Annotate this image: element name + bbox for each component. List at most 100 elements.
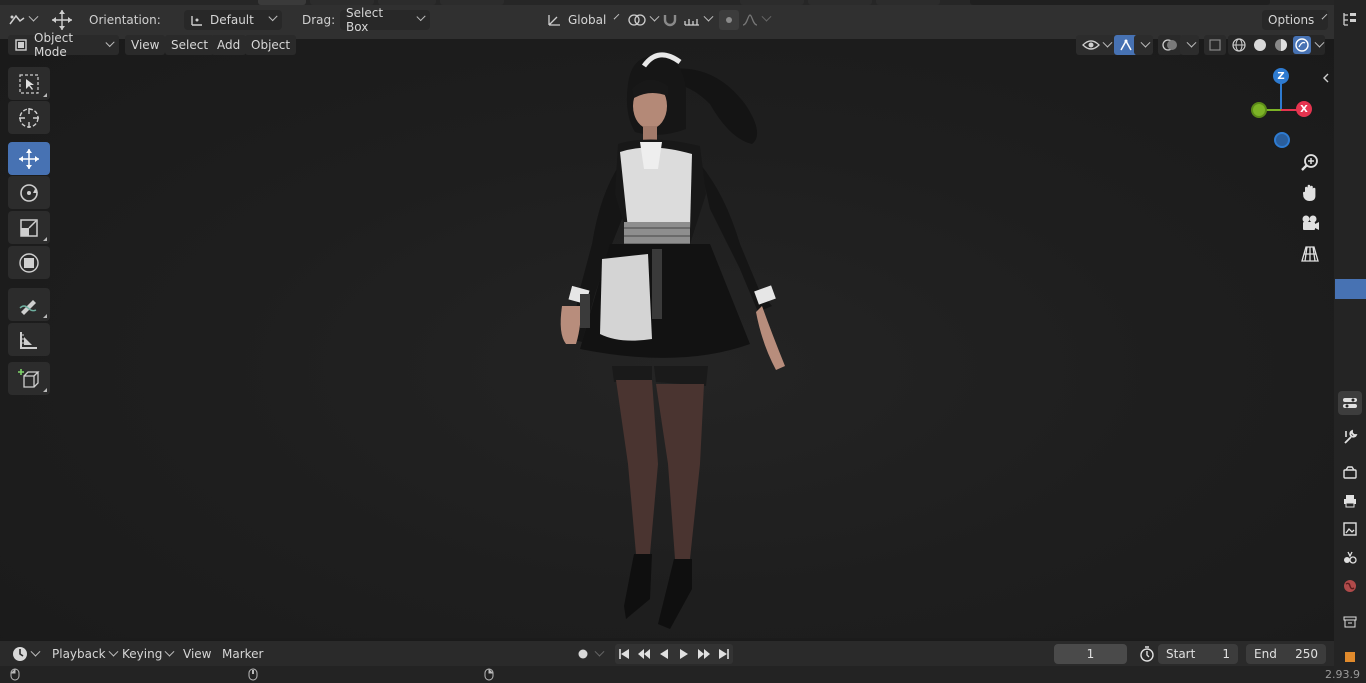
selected-outliner-row[interactable] bbox=[1335, 279, 1366, 299]
workspace-tab[interactable] bbox=[378, 0, 436, 5]
editor-type-selector[interactable] bbox=[8, 9, 39, 30]
workspace-tab[interactable] bbox=[740, 0, 804, 5]
add-cube-icon bbox=[17, 367, 41, 391]
pivot-point-dropdown[interactable] bbox=[627, 9, 660, 30]
menu-view[interactable]: View bbox=[125, 35, 166, 55]
play-icon[interactable] bbox=[675, 645, 693, 663]
gizmo-y-axis[interactable] bbox=[1251, 102, 1267, 118]
options-dropdown[interactable]: Options bbox=[1262, 9, 1328, 30]
jump-to-start-icon[interactable] bbox=[615, 645, 633, 663]
version-label: 2.93.9 bbox=[1325, 668, 1360, 681]
camera-icon bbox=[1300, 214, 1320, 232]
jump-to-end-icon[interactable] bbox=[715, 645, 733, 663]
xray-toggle[interactable] bbox=[1204, 35, 1226, 55]
end-frame-field[interactable]: End 250 bbox=[1246, 644, 1326, 664]
chevron-down-icon bbox=[613, 13, 620, 20]
menu-object[interactable]: Object bbox=[245, 35, 297, 55]
object-square-icon bbox=[1342, 649, 1358, 665]
jump-to-keyframe-back-icon[interactable] bbox=[635, 645, 653, 663]
camera-view-button[interactable] bbox=[1296, 209, 1324, 237]
rotate-tool[interactable] bbox=[8, 176, 50, 209]
cursor-tool[interactable] bbox=[8, 101, 50, 134]
rendered-shading-icon[interactable] bbox=[1293, 36, 1311, 54]
chevron-down-icon bbox=[105, 37, 115, 47]
outliner-toggle[interactable] bbox=[1338, 7, 1362, 31]
gizmo-dropdown[interactable] bbox=[1134, 35, 1153, 55]
object-mode-icon bbox=[14, 38, 28, 52]
collection-properties-tab[interactable] bbox=[1338, 610, 1362, 634]
measure-tool[interactable] bbox=[8, 323, 50, 356]
solid-shading-icon[interactable] bbox=[1251, 36, 1269, 54]
transform-space-value: Global bbox=[568, 12, 607, 27]
menu-keying[interactable]: Keying bbox=[116, 644, 179, 664]
gizmo-neg-z-axis[interactable] bbox=[1274, 132, 1290, 148]
sidebar-toggle[interactable] bbox=[1322, 72, 1330, 87]
falloff-dropdown[interactable] bbox=[741, 9, 772, 30]
overlays-icon bbox=[1162, 37, 1178, 53]
timeline-editor-type[interactable] bbox=[6, 644, 45, 664]
character-model[interactable] bbox=[540, 44, 800, 634]
add-cube-tool[interactable] bbox=[8, 362, 50, 395]
chevron-down-icon[interactable] bbox=[1314, 37, 1325, 48]
transform-space-dropdown[interactable]: Global bbox=[540, 9, 620, 30]
overlays-toggle[interactable] bbox=[1158, 35, 1182, 55]
menu-add[interactable]: Add bbox=[211, 35, 247, 55]
wireframe-shading-icon[interactable] bbox=[1230, 36, 1248, 54]
menu-marker[interactable]: Marker bbox=[216, 644, 269, 664]
workspace-tab[interactable] bbox=[808, 0, 872, 5]
menu-timeline-view[interactable]: View bbox=[177, 644, 217, 664]
snap-toggle[interactable] bbox=[661, 9, 679, 30]
snap-increment-icon bbox=[683, 13, 701, 27]
menu-playback[interactable]: Playback bbox=[46, 644, 123, 664]
workspace-tab[interactable] bbox=[876, 0, 940, 5]
proportional-editing-toggle[interactable] bbox=[719, 9, 739, 30]
select-box-tool[interactable] bbox=[8, 67, 50, 100]
current-frame-field[interactable]: 1 bbox=[1054, 644, 1127, 664]
workspace-tab[interactable] bbox=[970, 0, 1270, 5]
snap-target-dropdown[interactable] bbox=[683, 9, 714, 30]
gizmo-x-axis[interactable]: X bbox=[1296, 101, 1312, 117]
object-properties-tab[interactable] bbox=[1338, 645, 1362, 669]
render-icon bbox=[1342, 465, 1358, 481]
mode-selector[interactable]: Object Mode bbox=[8, 31, 119, 59]
workspace-tab[interactable] bbox=[310, 0, 374, 5]
tool-properties-tab[interactable] bbox=[1338, 391, 1362, 415]
output-properties-tab[interactable] bbox=[1338, 489, 1362, 513]
active-tool-tab[interactable] bbox=[1338, 425, 1362, 449]
workspace-tab[interactable] bbox=[258, 0, 306, 5]
workspace-tab[interactable] bbox=[440, 0, 504, 5]
move-icon bbox=[17, 147, 41, 171]
playback-controls bbox=[615, 644, 733, 664]
start-frame-field[interactable]: Start 1 bbox=[1158, 644, 1238, 664]
scale-tool[interactable] bbox=[8, 211, 50, 244]
auto-keying-toggle[interactable] bbox=[570, 644, 609, 664]
jump-to-keyframe-forward-icon[interactable] bbox=[695, 645, 713, 663]
gizmo-z-axis[interactable]: Z bbox=[1273, 68, 1289, 84]
preview-range-toggle[interactable] bbox=[1133, 644, 1161, 664]
pan-button[interactable] bbox=[1296, 179, 1324, 207]
scale-icon bbox=[18, 217, 40, 239]
drag-dropdown[interactable]: Select Box bbox=[340, 6, 430, 34]
annotate-tool[interactable] bbox=[8, 288, 50, 321]
orientation-label: Orientation: bbox=[89, 12, 161, 27]
menu-select[interactable]: Select bbox=[165, 35, 215, 55]
view-layer-properties-tab[interactable] bbox=[1338, 517, 1362, 541]
scene-properties-tab[interactable] bbox=[1338, 545, 1362, 569]
chevron-down-icon bbox=[30, 646, 41, 657]
world-properties-tab[interactable] bbox=[1338, 574, 1362, 598]
transform-tool[interactable] bbox=[8, 246, 50, 279]
move-tool[interactable] bbox=[8, 142, 50, 175]
zoom-button[interactable] bbox=[1296, 149, 1324, 177]
tool-settings-icon bbox=[1342, 395, 1358, 411]
active-tool-indicator[interactable] bbox=[50, 9, 74, 30]
visibility-dropdown[interactable] bbox=[1076, 35, 1117, 55]
overlays-dropdown[interactable] bbox=[1180, 35, 1199, 55]
perspective-toggle-button[interactable] bbox=[1296, 240, 1324, 268]
orientation-dropdown[interactable]: Default bbox=[184, 9, 282, 30]
image-icon bbox=[1342, 521, 1358, 537]
render-properties-tab[interactable] bbox=[1338, 461, 1362, 485]
start-value: 1 bbox=[1222, 647, 1230, 661]
material-preview-icon[interactable] bbox=[1272, 36, 1290, 54]
play-reverse-icon[interactable] bbox=[655, 645, 673, 663]
transform-icon bbox=[17, 251, 41, 275]
